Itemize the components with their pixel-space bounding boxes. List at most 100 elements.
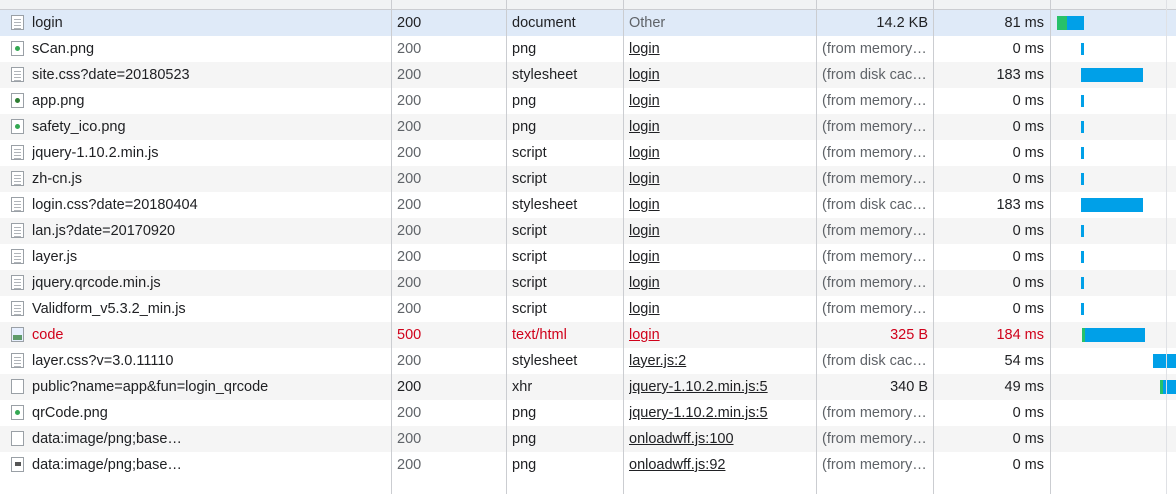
request-type: script <box>512 223 547 239</box>
document-icon <box>11 15 24 30</box>
request-status: 200 <box>397 457 422 473</box>
request-time: 0 ms <box>1012 145 1044 161</box>
request-name: sCan.png <box>32 41 95 57</box>
request-initiator: login <box>629 166 813 192</box>
request-initiator: jquery-1.10.2.min.js:5 <box>629 374 813 400</box>
request-size: (from memory cache) <box>822 301 928 317</box>
request-type: xhr <box>512 379 533 395</box>
request-time: 0 ms <box>1012 275 1044 291</box>
request-status: 200 <box>397 93 422 109</box>
initiator-link[interactable]: login <box>629 301 660 317</box>
table-row[interactable]: lan.js?date=20170920 200 script login (f… <box>0 218 1176 244</box>
request-type: script <box>512 145 547 161</box>
document-icon <box>11 145 24 160</box>
request-time: 0 ms <box>1012 405 1044 421</box>
request-time: 0 ms <box>1012 301 1044 317</box>
request-size: (from memory cache) <box>822 171 928 187</box>
request-status: 200 <box>397 145 422 161</box>
initiator-link[interactable]: login <box>629 171 660 187</box>
table-row[interactable]: data:image/png;base… 200 png onloadwff.j… <box>0 426 1176 452</box>
image-icon <box>11 405 24 420</box>
request-type: script <box>512 249 547 265</box>
request-initiator: login <box>629 140 813 166</box>
table-row[interactable]: safety_ico.png 200 png login (from memor… <box>0 114 1176 140</box>
table-row[interactable]: public?name=app&fun=login_qrcode 200 xhr… <box>0 374 1176 400</box>
table-row[interactable]: login.css?date=20180404 200 stylesheet l… <box>0 192 1176 218</box>
blank-file-icon <box>11 379 24 394</box>
request-status: 200 <box>397 249 422 265</box>
initiator-link[interactable]: login <box>629 67 660 83</box>
initiator-link[interactable]: jquery-1.10.2.min.js:5 <box>629 405 768 421</box>
initiator-link[interactable]: login <box>629 275 660 291</box>
waterfall-bar <box>1153 354 1176 368</box>
request-initiator: login <box>629 244 813 270</box>
request-size: (from disk cache) <box>822 353 928 369</box>
table-row[interactable]: data:image/png;base… 200 png onloadwff.j… <box>0 452 1176 478</box>
table-row[interactable]: jquery.qrcode.min.js 200 script login (f… <box>0 270 1176 296</box>
request-name: login <box>32 15 63 31</box>
column-divider[interactable] <box>506 0 507 494</box>
table-row[interactable]: site.css?date=20180523 200 stylesheet lo… <box>0 62 1176 88</box>
request-time: 184 ms <box>996 327 1044 343</box>
column-divider[interactable] <box>391 0 392 494</box>
table-row[interactable]: app.png 200 png login (from memory cache… <box>0 88 1176 114</box>
table-row[interactable]: code 500 text/html login 325 B 184 ms <box>0 322 1176 348</box>
table-row[interactable]: zh-cn.js 200 script login (from memory c… <box>0 166 1176 192</box>
request-size: (from memory cache) <box>822 145 928 161</box>
document-icon <box>11 223 24 238</box>
request-time: 0 ms <box>1012 457 1044 473</box>
request-size: (from memory cache) <box>822 41 928 57</box>
request-initiator: login <box>629 192 813 218</box>
waterfall-bar <box>1081 277 1084 289</box>
request-initiator: login <box>629 218 813 244</box>
request-initiator: Other <box>629 15 666 31</box>
table-row[interactable]: qrCode.png 200 png jquery-1.10.2.min.js:… <box>0 400 1176 426</box>
initiator-link[interactable]: login <box>629 223 660 239</box>
request-type: script <box>512 275 547 291</box>
column-divider[interactable] <box>1050 0 1051 494</box>
column-divider[interactable] <box>933 0 934 494</box>
table-header[interactable] <box>0 0 1176 10</box>
initiator-link[interactable]: login <box>629 249 660 265</box>
waterfall-download-bar <box>1067 16 1084 30</box>
request-time: 0 ms <box>1012 249 1044 265</box>
request-size: (from memory cache) <box>822 275 928 291</box>
image-icon <box>11 119 24 134</box>
table-row[interactable]: login 200 document Other 14.2 KB 81 ms <box>0 10 1176 36</box>
initiator-link[interactable]: login <box>629 145 660 161</box>
request-name: layer.css?v=3.0.11110 <box>32 353 174 369</box>
column-divider[interactable] <box>816 0 817 494</box>
request-type: stylesheet <box>512 353 578 369</box>
request-initiator: layer.js:2 <box>629 348 813 374</box>
column-divider[interactable] <box>623 0 624 494</box>
table-row[interactable]: layer.css?v=3.0.11110 200 stylesheet lay… <box>0 348 1176 374</box>
request-type: png <box>512 41 537 57</box>
initiator-link[interactable]: login <box>629 197 660 213</box>
request-name: public?name=app&fun=login_qrcode <box>32 379 269 395</box>
waterfall-bar <box>1081 225 1084 237</box>
request-time: 81 ms <box>1004 15 1045 31</box>
table-row[interactable]: sCan.png 200 png login (from memory cach… <box>0 36 1176 62</box>
request-type: png <box>512 457 537 473</box>
table-row[interactable]: jquery-1.10.2.min.js 200 script login (f… <box>0 140 1176 166</box>
table-row[interactable]: Validform_v5.3.2_min.js 200 script login… <box>0 296 1176 322</box>
initiator-link[interactable]: login <box>629 119 660 135</box>
request-type: png <box>512 119 537 135</box>
initiator-link[interactable]: login <box>629 93 660 109</box>
request-type: document <box>512 15 576 31</box>
initiator-link[interactable]: layer.js:2 <box>629 353 686 369</box>
initiator-link[interactable]: jquery-1.10.2.min.js:5 <box>629 379 768 395</box>
request-size: (from memory cache) <box>822 431 928 447</box>
request-size: (from memory cache) <box>822 457 928 473</box>
initiator-link[interactable]: onloadwff.js:92 <box>629 457 725 473</box>
request-size: (from memory cache) <box>822 93 928 109</box>
initiator-link[interactable]: login <box>629 327 660 343</box>
waterfall-bar <box>1081 147 1084 159</box>
request-type: stylesheet <box>512 197 578 213</box>
table-row[interactable]: layer.js 200 script login (from memory c… <box>0 244 1176 270</box>
initiator-link[interactable]: login <box>629 41 660 57</box>
request-name: jquery-1.10.2.min.js <box>32 145 159 161</box>
document-icon <box>11 353 24 368</box>
waterfall-bar <box>1081 251 1084 263</box>
initiator-link[interactable]: onloadwff.js:100 <box>629 431 734 447</box>
